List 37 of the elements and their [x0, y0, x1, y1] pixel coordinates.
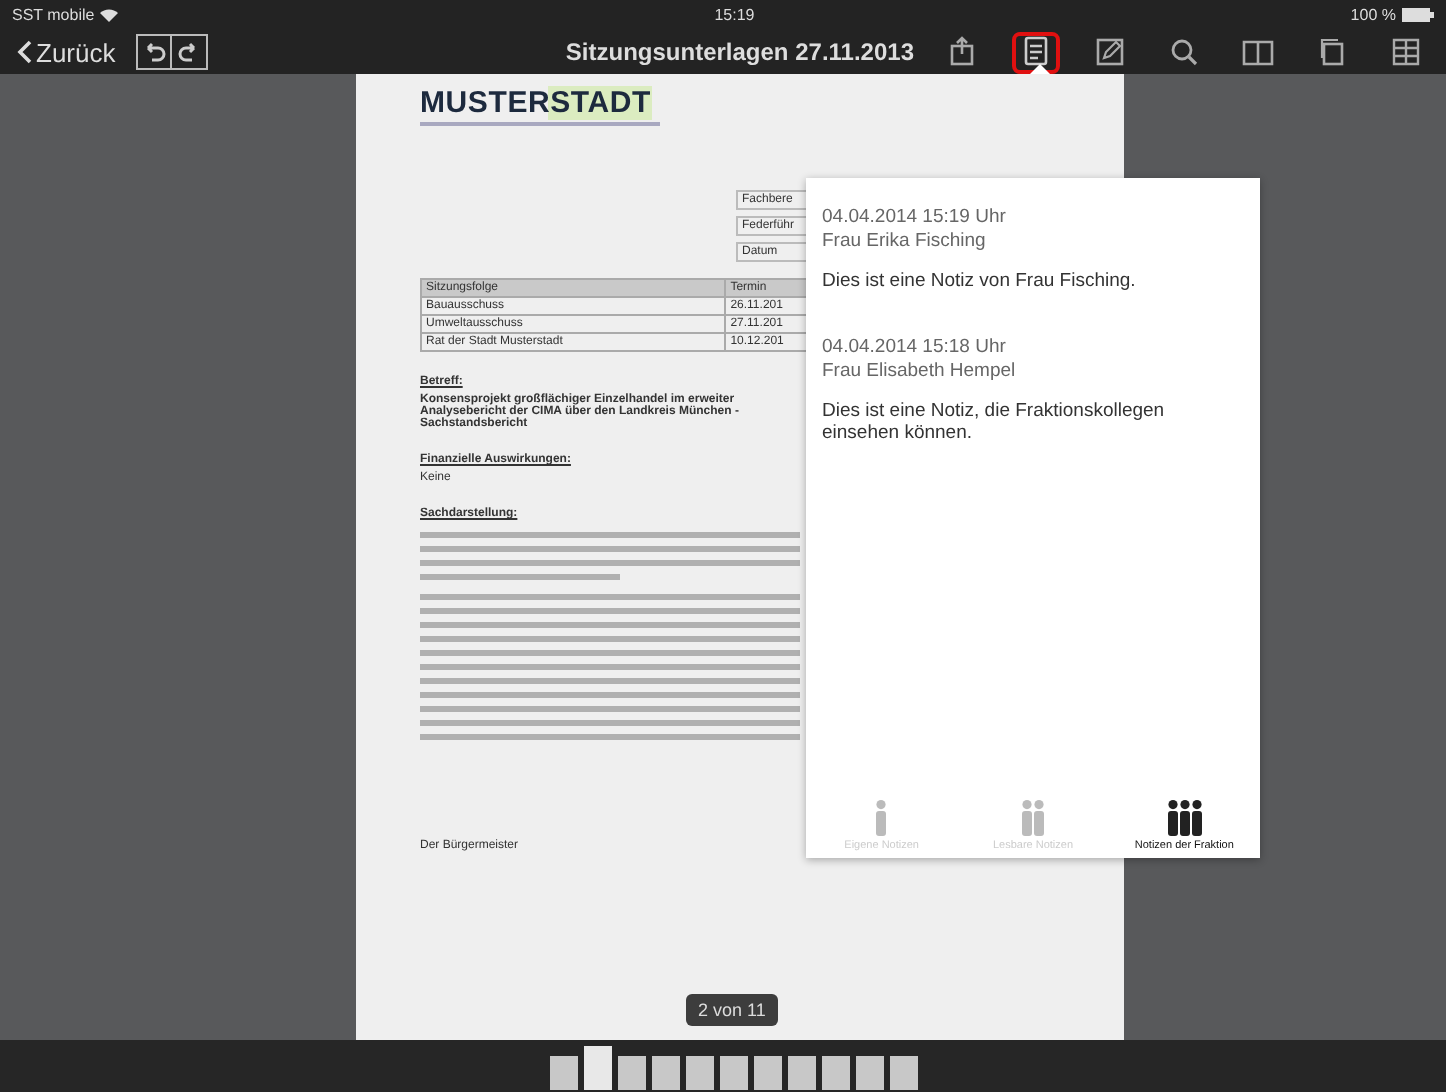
note-author: Frau Elisabeth Hempel: [822, 360, 1018, 384]
page-thumbnail[interactable]: [753, 1056, 781, 1090]
note-timestamp: 04.04.2014 15:19 Uhr: [822, 206, 1008, 230]
people-icon: [1022, 800, 1044, 836]
edit-icon: [1092, 34, 1128, 70]
page-thumbnail[interactable]: [583, 1046, 611, 1090]
clock-time: 15:19: [714, 6, 755, 24]
back-button[interactable]: Zurück: [8, 37, 124, 67]
note-timestamp: 04.04.2014 15:18 Uhr: [822, 336, 1008, 360]
page-thumbnail[interactable]: [685, 1056, 713, 1090]
undo-icon: [141, 40, 166, 64]
redo-button[interactable]: [171, 34, 208, 70]
people-icon: [1167, 800, 1202, 836]
page-thumbnail[interactable]: [549, 1056, 577, 1090]
note-text: Dies ist eine Notiz von Frau Fisching.: [822, 270, 1138, 292]
redo-icon: [176, 40, 201, 64]
page-thumbnail[interactable]: [719, 1056, 747, 1090]
chevron-left-icon: [16, 40, 32, 64]
city-logo: MUSTERSTADT: [420, 86, 652, 120]
page-thumbnail[interactable]: [787, 1056, 815, 1090]
page-thumbnail[interactable]: [617, 1056, 645, 1090]
page-thumbnail[interactable]: [821, 1056, 849, 1090]
battery-percentage: 100 %: [1350, 6, 1396, 24]
grid-icon: [1388, 34, 1424, 70]
note-author: Frau Erika Fisching: [822, 230, 988, 254]
page-thumbnail[interactable]: [651, 1056, 679, 1090]
page-thumbnail[interactable]: [855, 1056, 883, 1090]
person-icon: [876, 800, 887, 836]
search-icon: [1166, 34, 1202, 70]
page-thumbnail[interactable]: [889, 1056, 917, 1090]
note-text: Dies ist eine Notiz, die Fraktionskollegen einsehen können.: [822, 400, 1167, 444]
undo-button[interactable]: [135, 34, 172, 70]
page-indicator: 2 von 11: [686, 994, 778, 1026]
wifi-icon: [100, 8, 119, 22]
document-title: Sitzungsunterlagen 27.11.2013: [565, 38, 914, 66]
carrier-name: SST mobile: [12, 6, 95, 24]
battery-icon: [1401, 8, 1434, 22]
